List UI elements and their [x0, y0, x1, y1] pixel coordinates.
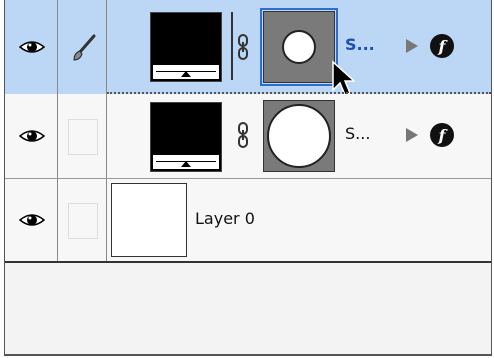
layer-row[interactable]: Layer 0 — [5, 179, 491, 263]
layer-mask-thumbnail[interactable] — [260, 8, 338, 86]
eye-icon[interactable] — [18, 128, 46, 148]
link-column — [58, 179, 107, 261]
visibility-column — [5, 179, 58, 261]
link-column — [58, 0, 107, 94]
separator-line — [231, 12, 233, 80]
layer-thumbnail[interactable] — [150, 102, 222, 172]
layer-row[interactable]: S... f — [5, 94, 491, 179]
chain-link-icon[interactable] — [237, 122, 249, 152]
layer-thumbnail[interactable] — [111, 183, 187, 257]
triangle-icon — [181, 161, 191, 167]
link-box[interactable] — [68, 203, 98, 239]
fx-icon[interactable]: f — [429, 122, 455, 152]
empty-panel-area — [5, 263, 491, 354]
mask-circle — [282, 30, 316, 64]
expand-arrow-icon[interactable] — [405, 38, 419, 58]
expand-arrow-icon[interactable] — [405, 127, 419, 147]
mask-circle — [267, 104, 331, 168]
link-column — [58, 94, 107, 178]
layers-panel: S... f S... f Layer 0 — [4, 0, 492, 356]
layer-name[interactable]: S... — [345, 35, 375, 54]
visibility-column — [5, 0, 58, 94]
layer-name[interactable]: S... — [345, 124, 370, 143]
layer-mask-thumbnail[interactable] — [263, 100, 335, 172]
layer-name[interactable]: Layer 0 — [195, 209, 255, 228]
chain-link-icon[interactable] — [237, 34, 249, 64]
layer-row-selected[interactable]: S... f — [5, 0, 491, 96]
triangle-icon — [181, 71, 191, 77]
layer-thumbnail[interactable] — [150, 12, 222, 82]
brush-icon[interactable] — [68, 33, 98, 67]
link-box[interactable] — [68, 119, 98, 155]
visibility-column — [5, 94, 58, 178]
eye-icon[interactable] — [18, 212, 46, 232]
eye-icon[interactable] — [18, 39, 46, 59]
fx-icon[interactable]: f — [429, 33, 455, 63]
